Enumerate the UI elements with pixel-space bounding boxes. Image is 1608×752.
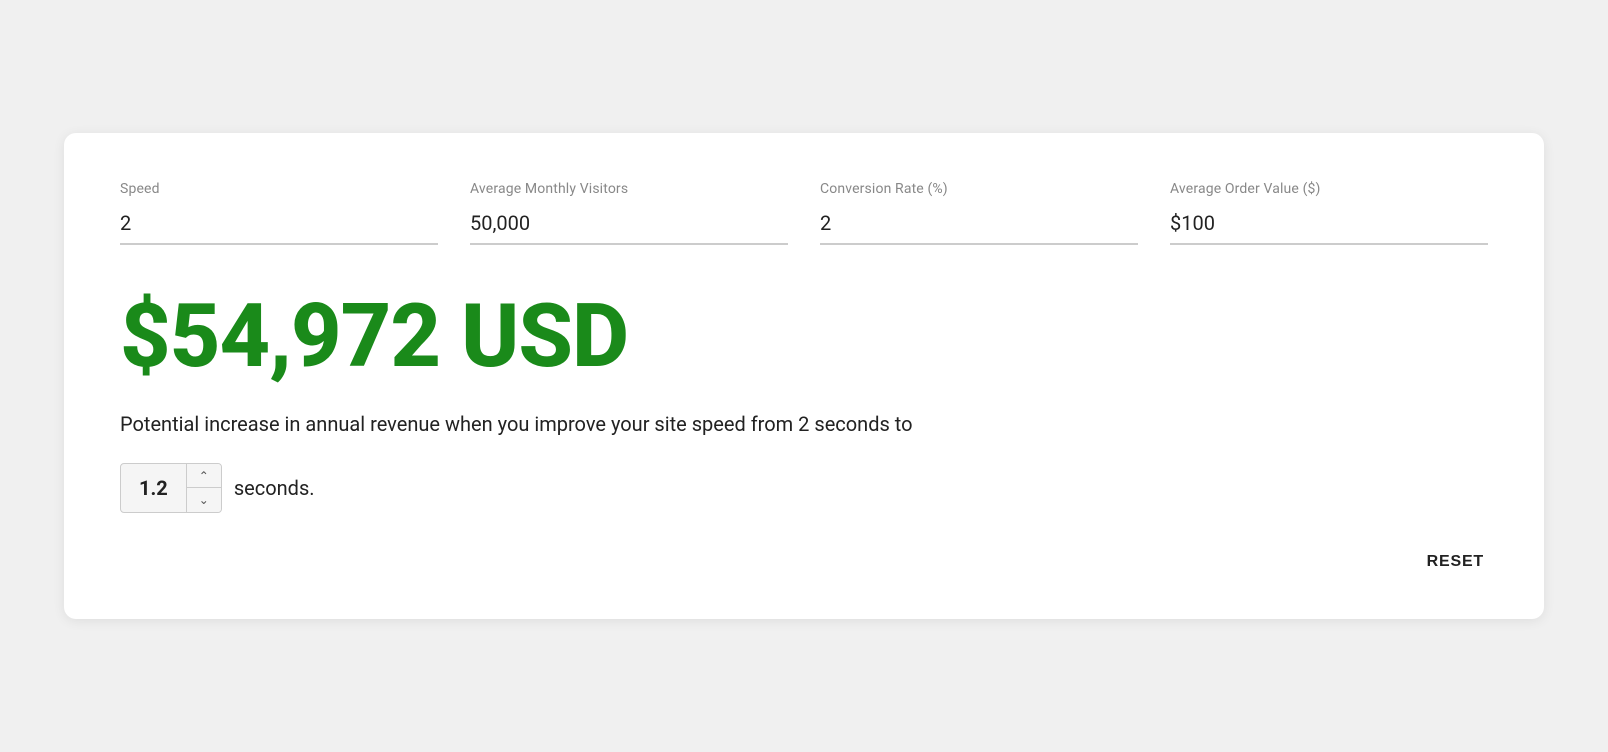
target-speed-stepper: 1.2 ⌃ ⌄: [120, 463, 222, 513]
speed-input-group: Speed: [120, 181, 438, 245]
order-value-label: Average Order Value ($): [1170, 181, 1488, 197]
conversion-rate-label: Conversion Rate (%): [820, 181, 1138, 197]
footer-row: RESET: [120, 545, 1488, 579]
visitors-label: Average Monthly Visitors: [470, 181, 788, 197]
speed-input[interactable]: [120, 205, 438, 245]
stepper-up-button[interactable]: ⌃: [187, 464, 221, 488]
stepper-down-button[interactable]: ⌄: [187, 488, 221, 512]
result-amount: $54,972 USD: [120, 293, 1488, 381]
inputs-row: Speed Average Monthly Visitors Conversio…: [120, 181, 1488, 245]
conversion-rate-input[interactable]: [820, 205, 1138, 245]
order-value-input-group: Average Order Value ($): [1170, 181, 1488, 245]
result-description: Potential increase in annual revenue whe…: [120, 409, 1488, 439]
conversion-rate-input-group: Conversion Rate (%): [820, 181, 1138, 245]
description-prefix: Potential increase in annual revenue whe…: [120, 412, 913, 436]
reset-button[interactable]: RESET: [1423, 545, 1488, 579]
stepper-buttons: ⌃ ⌄: [187, 464, 221, 512]
visitors-input-group: Average Monthly Visitors: [470, 181, 788, 245]
speed-label: Speed: [120, 181, 438, 197]
visitors-input[interactable]: [470, 205, 788, 245]
seconds-label: seconds.: [234, 476, 315, 500]
stepper-row: 1.2 ⌃ ⌄ seconds.: [120, 463, 1488, 513]
stepper-value: 1.2: [121, 468, 186, 508]
order-value-input[interactable]: [1170, 205, 1488, 245]
calculator-card: Speed Average Monthly Visitors Conversio…: [64, 133, 1544, 619]
